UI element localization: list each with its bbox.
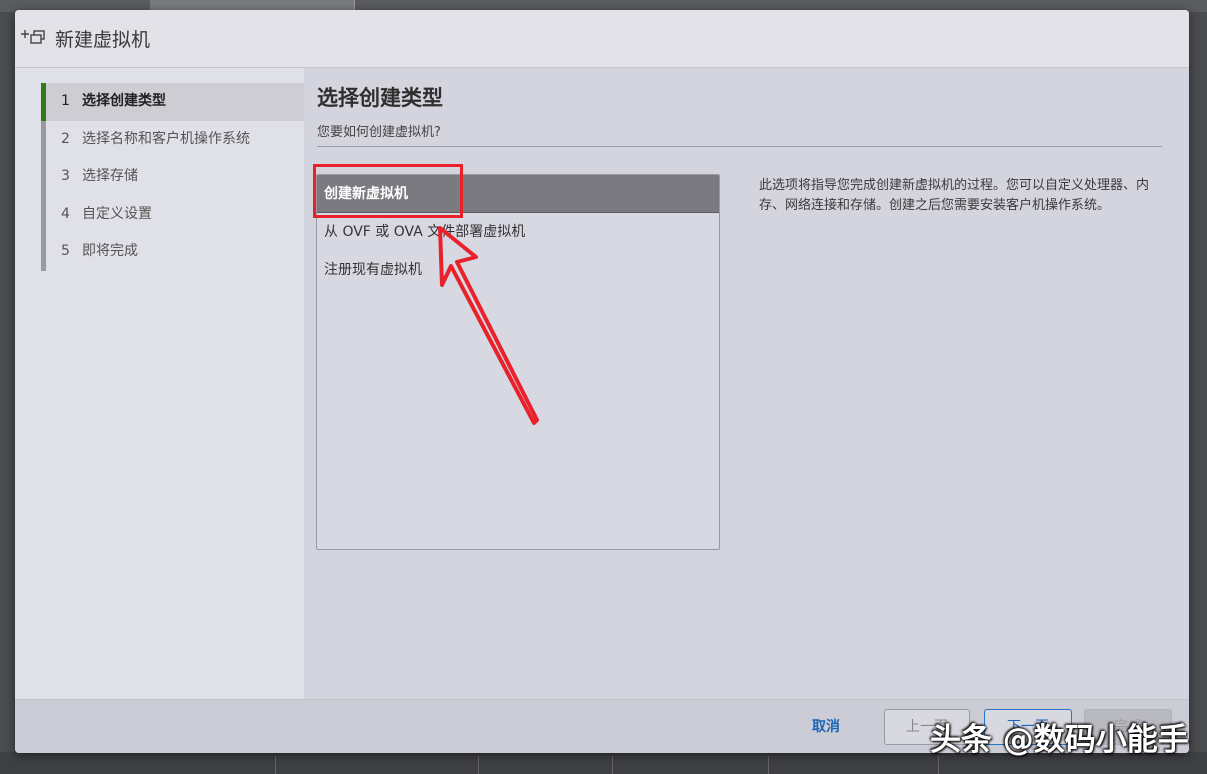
step-label: 选择存储 (82, 168, 138, 184)
watermark: 头条 @数码小能手 (930, 722, 1189, 758)
new-vm-icon (19, 24, 49, 48)
background-table-divider (768, 756, 769, 774)
step-number: 4 (61, 205, 70, 222)
type-create-new-vm[interactable]: 创建新虚拟机 (317, 175, 719, 213)
wizard-content: 选择创建类型 您要如何创建虚拟机? 创建新虚拟机 从 OVF 或 OVA 文件部… (304, 68, 1189, 699)
divider (317, 146, 1162, 147)
step-label: 选择名称和客户机操作系统 (82, 130, 250, 147)
background-table-divider (478, 756, 479, 774)
type-register-existing-vm[interactable]: 注册现有虚拟机 (317, 251, 719, 289)
step-label: 自定义设置 (82, 205, 152, 222)
creation-type-list: 创建新虚拟机 从 OVF 或 OVA 文件部署虚拟机 注册现有虚拟机 (316, 174, 720, 550)
cancel-button[interactable]: 取消 (796, 709, 856, 745)
step-number: 2 (61, 130, 70, 147)
wizard-step-select-type[interactable]: 1 选择创建类型 (41, 83, 304, 121)
wizard-step-ready[interactable]: 5 即将完成 (46, 233, 304, 271)
background-table-divider (275, 756, 276, 774)
new-vm-dialog: 新建虚拟机 1 选择创建类型 2 选择名称和客户机操作系统 3 选择存储 4 自定义设置… (15, 10, 1189, 753)
wizard-sidebar: 1 选择创建类型 2 选择名称和客户机操作系统 3 选择存储 4 自定义设置 5 即将完成 (15, 68, 304, 699)
wizard-steps: 1 选择创建类型 2 选择名称和客户机操作系统 3 选择存储 4 自定义设置 5 即将完成 (41, 83, 304, 271)
type-deploy-ovf-ova[interactable]: 从 OVF 或 OVA 文件部署虚拟机 (317, 213, 719, 251)
wizard-step-storage[interactable]: 3 选择存储 (46, 158, 304, 196)
dialog-header: 新建虚拟机 (15, 10, 1189, 68)
step-number: 1 (61, 93, 70, 109)
wizard-step-customize[interactable]: 4 自定义设置 (46, 196, 304, 234)
background-table-divider (612, 756, 613, 774)
step-number: 5 (61, 243, 70, 259)
dialog-title: 新建虚拟机 (55, 29, 151, 51)
wizard-step-name-os[interactable]: 2 选择名称和客户机操作系统 (46, 121, 304, 159)
step-label: 选择创建类型 (82, 93, 166, 109)
step-number: 3 (61, 168, 70, 184)
step-label: 即将完成 (82, 243, 138, 259)
page-subtitle: 您要如何创建虚拟机? (317, 125, 441, 140)
page-title: 选择创建类型 (317, 86, 443, 110)
type-description: 此选项将指导您完成创建新虚拟机的过程。您可以自定义处理器、内存、网络连接和存储。… (759, 178, 1150, 213)
